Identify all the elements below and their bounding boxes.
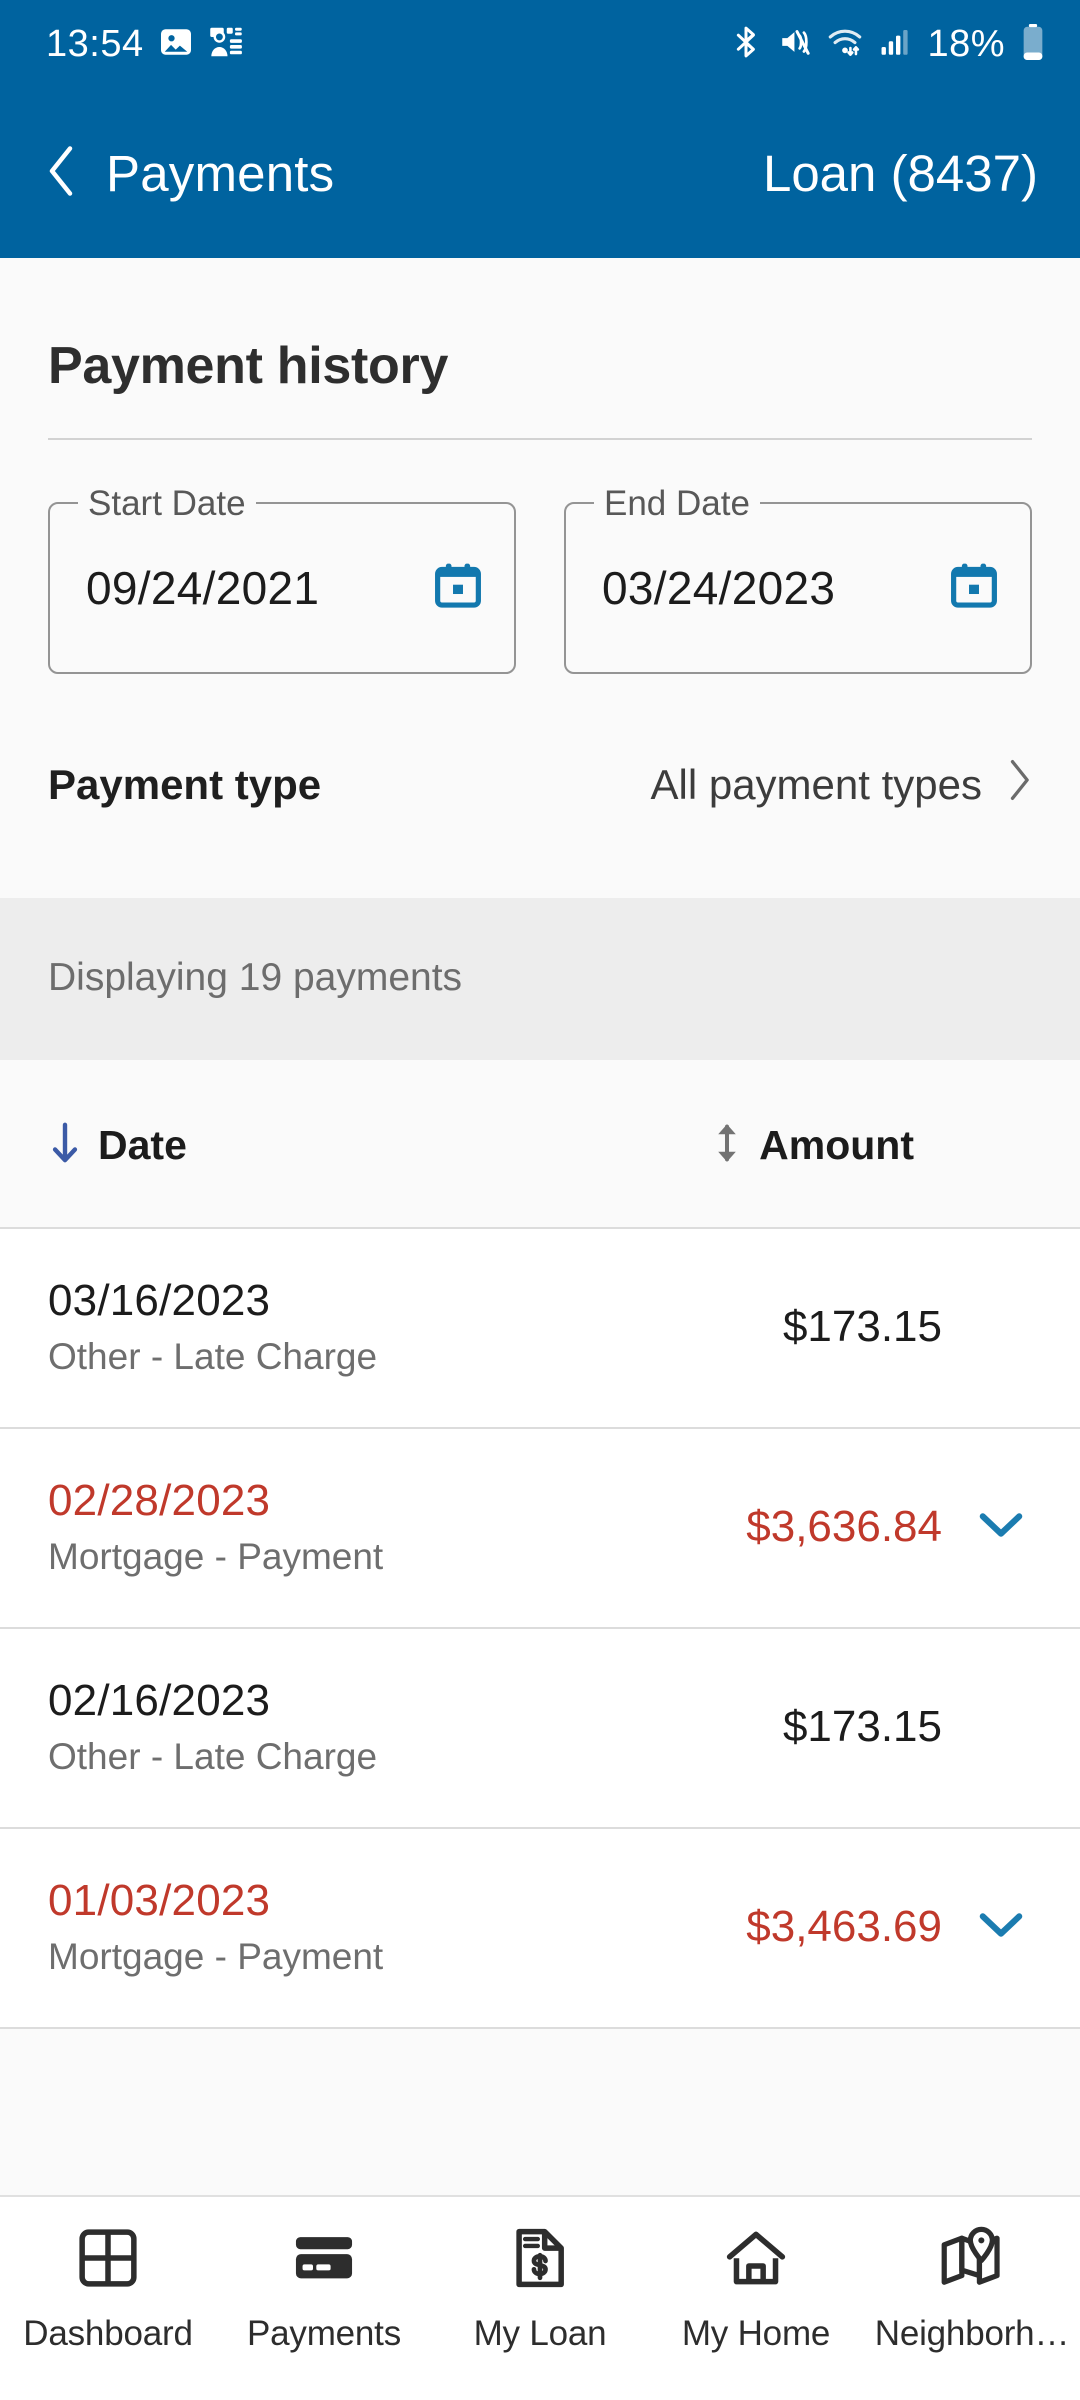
payment-amount: $173.15 bbox=[782, 1302, 942, 1351]
row-expander-button[interactable] bbox=[970, 1510, 1032, 1545]
house-icon[interactable] bbox=[723, 2225, 789, 2296]
calendar-icon[interactable] bbox=[432, 560, 484, 617]
map-pin-icon[interactable] bbox=[939, 2225, 1005, 2296]
wifi-icon bbox=[827, 24, 863, 65]
payment-list: 03/16/2023 Other - Late Charge $173.15 0… bbox=[0, 1229, 1080, 2029]
payment-amount: $3,636.84 bbox=[746, 1502, 942, 1551]
results-banner: Displaying 19 payments bbox=[0, 898, 1080, 1060]
payment-type-label: Payment type bbox=[48, 761, 322, 808]
date-range-row: Start Date 09/24/2021 End Date 03/24/202… bbox=[48, 440, 1032, 674]
column-header-amount[interactable]: Amount bbox=[711, 1122, 914, 1169]
nav-label-my-home: My Home bbox=[681, 2314, 831, 2353]
app-bar: Payments Loan (8437) bbox=[0, 88, 1080, 258]
end-date-value: 03/24/2023 bbox=[602, 562, 836, 614]
mute-vibrate-icon bbox=[778, 25, 812, 64]
status-clock: 13:54 bbox=[46, 22, 144, 65]
nav-item-dashboard[interactable]: Dashboard bbox=[0, 2225, 216, 2354]
nav-item-neighborhood[interactable]: Neighborh… bbox=[864, 2225, 1080, 2354]
row-expander-button[interactable] bbox=[970, 1910, 1032, 1945]
status-bar-left: 13:54 bbox=[46, 23, 244, 66]
payment-date: 03/16/2023 bbox=[48, 1276, 271, 1325]
table-row-primary: 03/16/2023 Other - Late Charge bbox=[48, 1276, 377, 1378]
chevron-right-icon[interactable] bbox=[1004, 758, 1032, 812]
table-row-secondary: $173.15 bbox=[783, 1302, 1032, 1352]
table-row-secondary: $3,636.84 bbox=[746, 1502, 1032, 1552]
account-label: Loan (8437) bbox=[762, 144, 1038, 202]
arrow-down-icon[interactable] bbox=[48, 1122, 82, 1169]
column-header-amount-label: Amount bbox=[759, 1122, 914, 1168]
start-date-legend: Start Date bbox=[78, 485, 256, 523]
nav-item-my-home[interactable]: My Home bbox=[648, 2225, 864, 2354]
table-row-secondary: $3,463.69 bbox=[746, 1902, 1032, 1952]
payment-type: Mortgage - Payment bbox=[48, 1936, 384, 1977]
start-date-value: 09/24/2021 bbox=[86, 562, 320, 614]
table-row[interactable]: 01/03/2023 Mortgage - Payment $3,463.69 bbox=[0, 1829, 1080, 2029]
document-dollar-icon[interactable] bbox=[507, 2225, 573, 2296]
chevron-down-icon[interactable] bbox=[978, 1910, 1024, 1945]
status-bar-right: 18% bbox=[729, 23, 1046, 66]
back-label: Payments bbox=[106, 144, 335, 202]
bottom-navigation: Dashboard Payments My Loan My Home Neigh… bbox=[0, 2195, 1080, 2400]
page-title: Payment history bbox=[48, 337, 449, 395]
end-date-field[interactable]: End Date 03/24/2023 bbox=[564, 485, 1032, 674]
table-header: Date Amount bbox=[0, 1060, 1080, 1229]
cellular-signal-icon bbox=[878, 25, 912, 64]
credit-card-icon[interactable] bbox=[291, 2225, 357, 2296]
payment-date: 01/03/2023 bbox=[48, 1876, 271, 1925]
start-date-field[interactable]: Start Date 09/24/2021 bbox=[48, 485, 516, 674]
battery-icon bbox=[1020, 23, 1046, 66]
table-row[interactable]: 03/16/2023 Other - Late Charge $173.15 bbox=[0, 1229, 1080, 1429]
arrow-up-down-icon[interactable] bbox=[711, 1122, 743, 1169]
table-row-primary: 02/28/2023 Mortgage - Payment bbox=[48, 1476, 383, 1578]
payment-amount: $3,463.69 bbox=[746, 1902, 942, 1951]
photo-icon bbox=[158, 24, 194, 65]
chevron-left-icon[interactable] bbox=[44, 144, 78, 203]
page-content: Payment history Start Date 09/24/2021 En… bbox=[0, 258, 1080, 2195]
bluetooth-icon bbox=[729, 25, 763, 64]
chevron-down-icon[interactable] bbox=[978, 1510, 1024, 1545]
payment-amount: $173.15 bbox=[782, 1702, 942, 1751]
contacts-card-icon bbox=[208, 24, 244, 65]
table-row-secondary: $173.15 bbox=[783, 1702, 1032, 1752]
payment-type: Other - Late Charge bbox=[48, 1736, 378, 1777]
back-button[interactable]: Payments bbox=[44, 144, 334, 203]
calendar-icon[interactable] bbox=[948, 560, 1000, 617]
column-header-date[interactable]: Date bbox=[48, 1122, 187, 1169]
payment-type: Mortgage - Payment bbox=[48, 1536, 384, 1577]
end-date-legend: End Date bbox=[594, 485, 760, 523]
nav-label-neighborhood: Neighborh… bbox=[874, 2314, 1070, 2353]
table-row-primary: 01/03/2023 Mortgage - Payment bbox=[48, 1876, 383, 1978]
app-screen: 13:54 18% Payments Loan (8437) Payment h… bbox=[0, 0, 1080, 2400]
nav-item-my-loan[interactable]: My Loan bbox=[432, 2225, 648, 2354]
payment-date: 02/28/2023 bbox=[48, 1476, 271, 1525]
dashboard-grid-icon[interactable] bbox=[75, 2225, 141, 2296]
payment-type-value: All payment types bbox=[650, 761, 983, 808]
filters-section: Payment history Start Date 09/24/2021 En… bbox=[0, 258, 1080, 898]
payment-type-value-group[interactable]: All payment types bbox=[651, 758, 1033, 812]
table-row[interactable]: 02/28/2023 Mortgage - Payment $3,636.84 bbox=[0, 1429, 1080, 1629]
nav-label-payments: Payments bbox=[246, 2314, 402, 2353]
payment-type-row[interactable]: Payment type All payment types bbox=[48, 674, 1032, 898]
nav-item-payments[interactable]: Payments bbox=[216, 2225, 432, 2354]
table-row[interactable]: 02/16/2023 Other - Late Charge $173.15 bbox=[0, 1629, 1080, 1829]
column-header-date-label: Date bbox=[98, 1122, 187, 1168]
nav-label-my-loan: My Loan bbox=[473, 2314, 607, 2353]
nav-label-dashboard: Dashboard bbox=[23, 2314, 193, 2353]
table-row-primary: 02/16/2023 Other - Late Charge bbox=[48, 1676, 377, 1778]
status-bar: 13:54 18% bbox=[0, 0, 1080, 88]
payment-type: Other - Late Charge bbox=[48, 1336, 378, 1377]
battery-percent-label: 18% bbox=[927, 22, 1005, 65]
payment-date: 02/16/2023 bbox=[48, 1676, 271, 1725]
